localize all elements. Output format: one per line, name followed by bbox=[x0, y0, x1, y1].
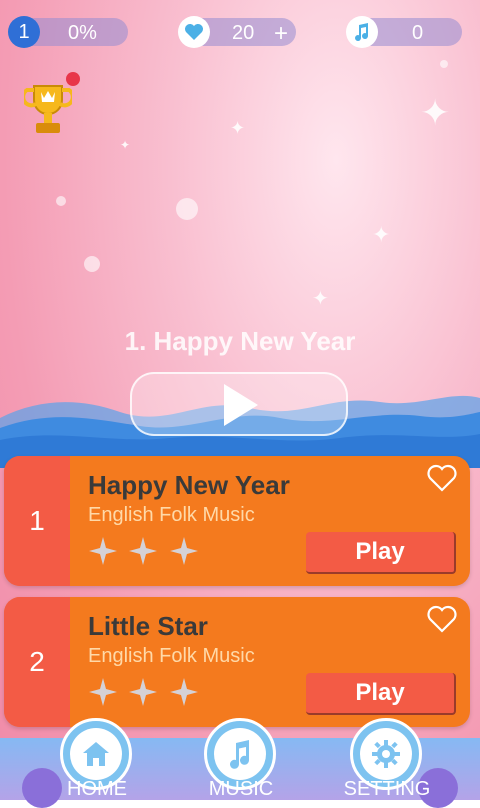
sparkle-decoration: ✦ bbox=[420, 92, 451, 133]
heart-icon bbox=[178, 16, 210, 48]
song-artist: English Folk Music bbox=[88, 645, 255, 667]
home-icon bbox=[70, 728, 122, 780]
current-song-title: 1. Happy New Year bbox=[124, 326, 356, 356]
hearts-count: 20 bbox=[232, 22, 255, 44]
notes-pill: 0 bbox=[346, 16, 462, 48]
song-rank: 2 bbox=[4, 597, 70, 727]
song-artist: English Folk Music bbox=[88, 504, 255, 526]
song-name: Little Star bbox=[88, 611, 208, 641]
nav-home[interactable]: HOME bbox=[52, 718, 142, 800]
gear-icon bbox=[360, 728, 412, 780]
song-stars bbox=[88, 677, 205, 712]
star-icon bbox=[89, 537, 117, 565]
play-button[interactable]: Play bbox=[306, 532, 456, 574]
trophy-icon[interactable] bbox=[21, 80, 75, 138]
song-card[interactable]: 1 Happy New Year English Folk Music Play bbox=[4, 456, 470, 586]
sparkle-decoration: ✦ bbox=[120, 138, 131, 152]
hearts-pill[interactable]: 20 + bbox=[178, 16, 296, 48]
nav-home-label: HOME bbox=[67, 778, 127, 800]
bokeh-dot bbox=[440, 60, 448, 68]
nav-setting[interactable]: SETTING bbox=[342, 718, 432, 800]
sparkle-decoration: ✦ bbox=[230, 118, 246, 138]
level-progress-pill: 1 0% bbox=[8, 16, 128, 48]
song-card[interactable]: 2 Little Star English Folk Music Play bbox=[4, 597, 470, 727]
notes-count: 0 bbox=[412, 22, 424, 44]
bokeh-dot bbox=[56, 196, 66, 206]
favorite-heart-icon[interactable] bbox=[426, 605, 458, 633]
star-icon bbox=[169, 678, 198, 706]
progress-text: 0% bbox=[68, 22, 97, 44]
favorite-heart-icon[interactable] bbox=[426, 464, 458, 492]
nav-music-label: MUSIC bbox=[208, 778, 274, 800]
nav-music[interactable]: MUSIC bbox=[196, 718, 286, 800]
nav-setting-label: SETTING bbox=[343, 778, 431, 800]
play-current-song-button[interactable] bbox=[130, 372, 348, 436]
add-hearts-button[interactable]: + bbox=[274, 20, 288, 48]
star-icon bbox=[169, 537, 198, 565]
sparkle-decoration: ✦ bbox=[312, 288, 329, 310]
song-stars bbox=[88, 536, 205, 571]
bokeh-dot bbox=[176, 198, 198, 220]
bokeh-dot bbox=[84, 256, 100, 272]
play-button[interactable]: Play bbox=[306, 673, 456, 715]
music-note-icon bbox=[214, 728, 266, 780]
star-icon bbox=[89, 678, 117, 706]
level-badge: 1 bbox=[8, 16, 40, 48]
song-rank: 1 bbox=[4, 456, 70, 586]
music-note-icon bbox=[346, 16, 378, 48]
sparkle-decoration: ✦ bbox=[372, 222, 391, 247]
star-icon bbox=[129, 537, 158, 565]
song-name: Happy New Year bbox=[88, 470, 290, 500]
notification-dot bbox=[66, 72, 80, 86]
star-icon bbox=[129, 678, 158, 706]
play-icon bbox=[224, 384, 258, 426]
